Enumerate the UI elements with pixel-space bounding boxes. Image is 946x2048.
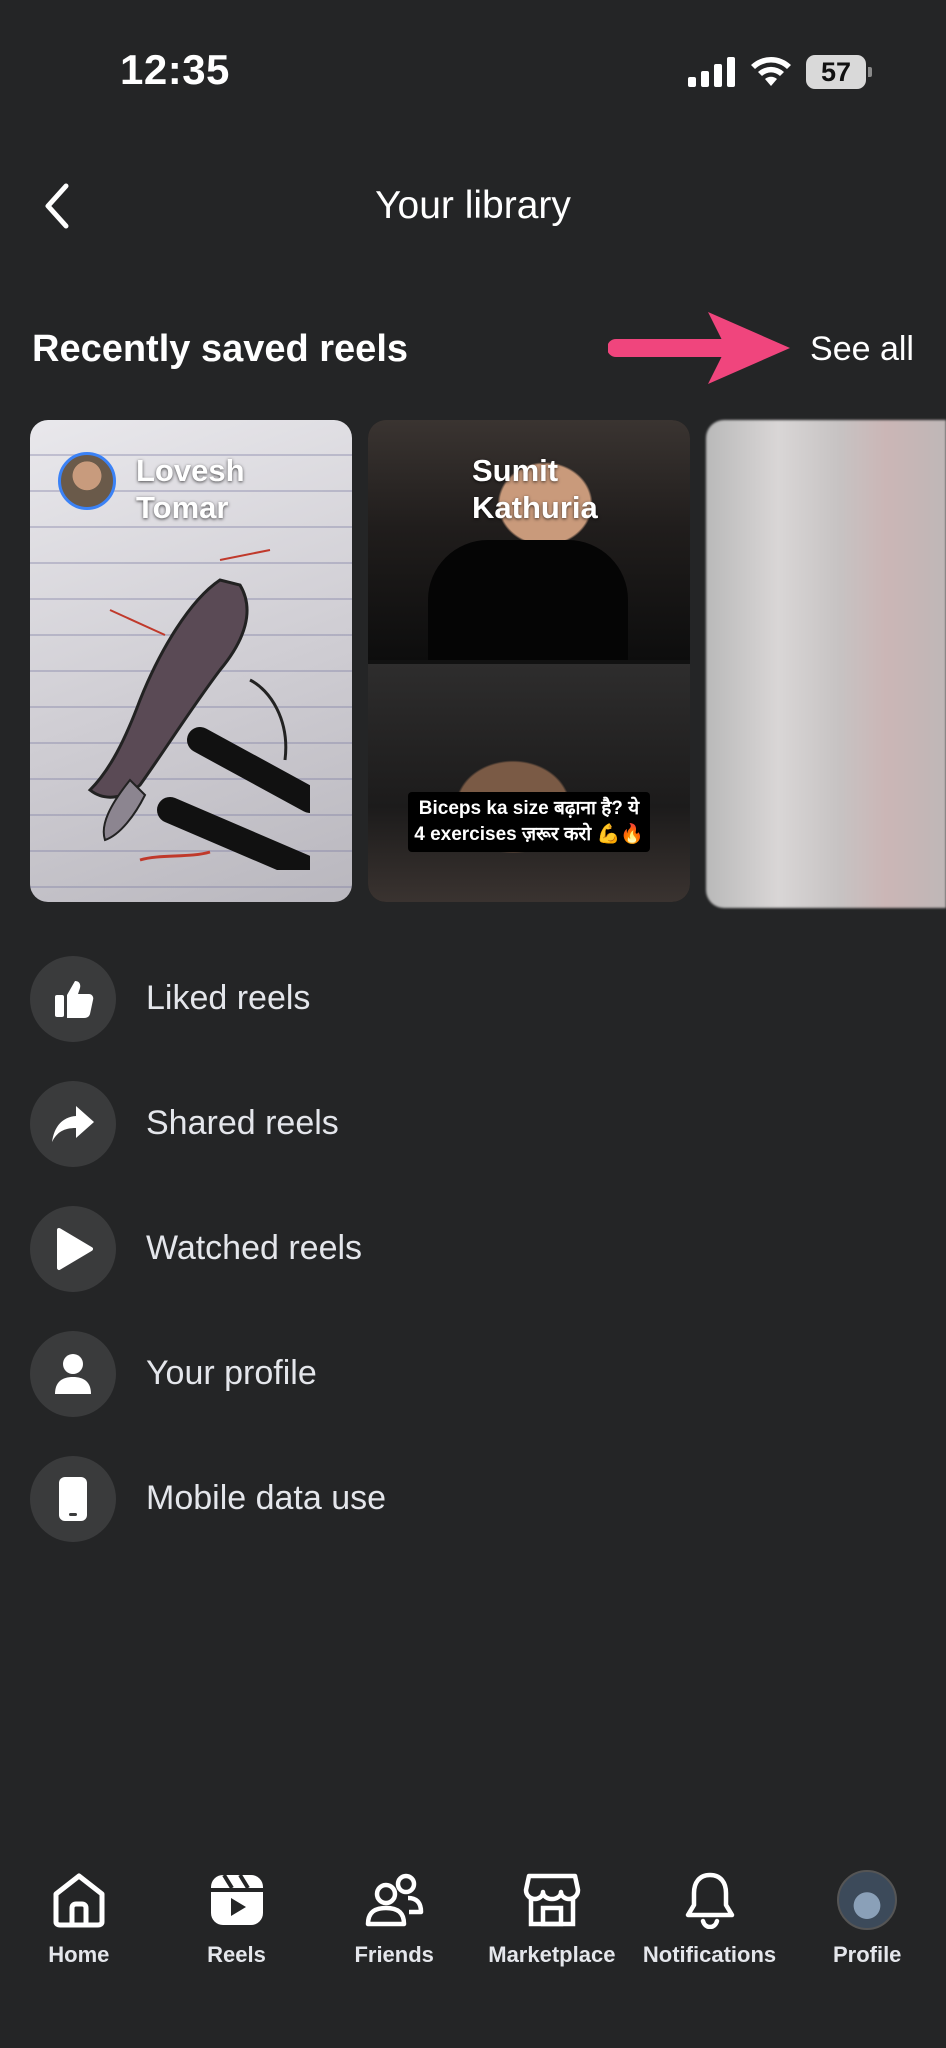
saved-reel-card[interactable]: Lovesh Tomar (30, 420, 352, 902)
wifi-icon (751, 57, 791, 86)
menu-label: Mobile data use (146, 1479, 387, 1517)
menu-label: Watched reels (146, 1229, 363, 1267)
reel-thumbnail-bottom (368, 664, 690, 902)
menu-label: Your profile (146, 1354, 317, 1392)
status-time: 12:35 (120, 46, 230, 93)
marketplace-icon (522, 1870, 582, 1930)
menu-item-shared-reels[interactable]: Shared reels (30, 1080, 916, 1167)
nav-profile[interactable]: Profile (788, 1870, 946, 1990)
menu-item-watched-reels[interactable]: Watched reels (30, 1205, 916, 1292)
battery-indicator: 57 (806, 55, 872, 89)
menu-item-your-profile[interactable]: Your profile (30, 1330, 916, 1417)
nav-label: Reels (207, 1942, 266, 1967)
reel-author: Lovesh Tomar (136, 453, 245, 525)
nav-marketplace[interactable]: Marketplace (473, 1870, 631, 1990)
person-icon (30, 1330, 116, 1417)
nav-label: Profile (832, 1942, 902, 1967)
reel-author: Sumit Kathuria (472, 453, 598, 525)
nav-friends[interactable]: Friends (315, 1870, 473, 1990)
thumbs-up-icon (30, 955, 116, 1042)
nav-label: Notifications (642, 1942, 777, 1967)
friends-icon (364, 1870, 424, 1930)
home-icon (49, 1870, 109, 1930)
annotation-arrow-icon (608, 312, 790, 384)
library-menu: Liked reels Shared reels Watched reels Y… (30, 955, 916, 1580)
nav-label: Marketplace (488, 1942, 616, 1967)
saved-reel-card[interactable] (706, 420, 946, 908)
nav-label: Friends (354, 1942, 434, 1967)
nav-home[interactable]: Home (0, 1870, 158, 1990)
menu-label: Shared reels (146, 1104, 339, 1142)
saved-reel-card[interactable]: Sumit Kathuria Biceps ka size बढ़ाना है?… (368, 420, 690, 902)
bottom-nav: Home Reels Friends Marketplace Notificat… (0, 1870, 946, 1990)
play-icon (30, 1205, 116, 1292)
page-title: Your library (375, 184, 571, 227)
section-title: Recently saved reels (32, 328, 409, 370)
share-arrow-icon (30, 1080, 116, 1167)
profile-avatar-wrapper (837, 1870, 898, 1930)
signal-icon (688, 57, 735, 87)
reels-icon (207, 1870, 267, 1930)
bell-icon (680, 1870, 740, 1930)
profile-avatar (837, 1870, 898, 1930)
arm-sketch-thumbnail (87, 549, 310, 870)
menu-item-liked-reels[interactable]: Liked reels (30, 955, 916, 1042)
nav-notifications[interactable]: Notifications (631, 1870, 789, 1990)
author-avatar (58, 452, 116, 510)
nav-reels[interactable]: Reels (158, 1870, 316, 1990)
menu-item-mobile-data-use[interactable]: Mobile data use (30, 1455, 916, 1542)
phone-icon (30, 1455, 116, 1542)
reel-thumbnail-person (428, 540, 628, 660)
status-icons: 57 (688, 52, 872, 92)
see-all-link[interactable]: See all (810, 330, 914, 369)
reel-caption: Biceps ka size बढ़ाना है? ये 4 exercises… (408, 792, 650, 852)
nav-label: Home (48, 1942, 110, 1967)
menu-label: Liked reels (146, 979, 311, 1017)
